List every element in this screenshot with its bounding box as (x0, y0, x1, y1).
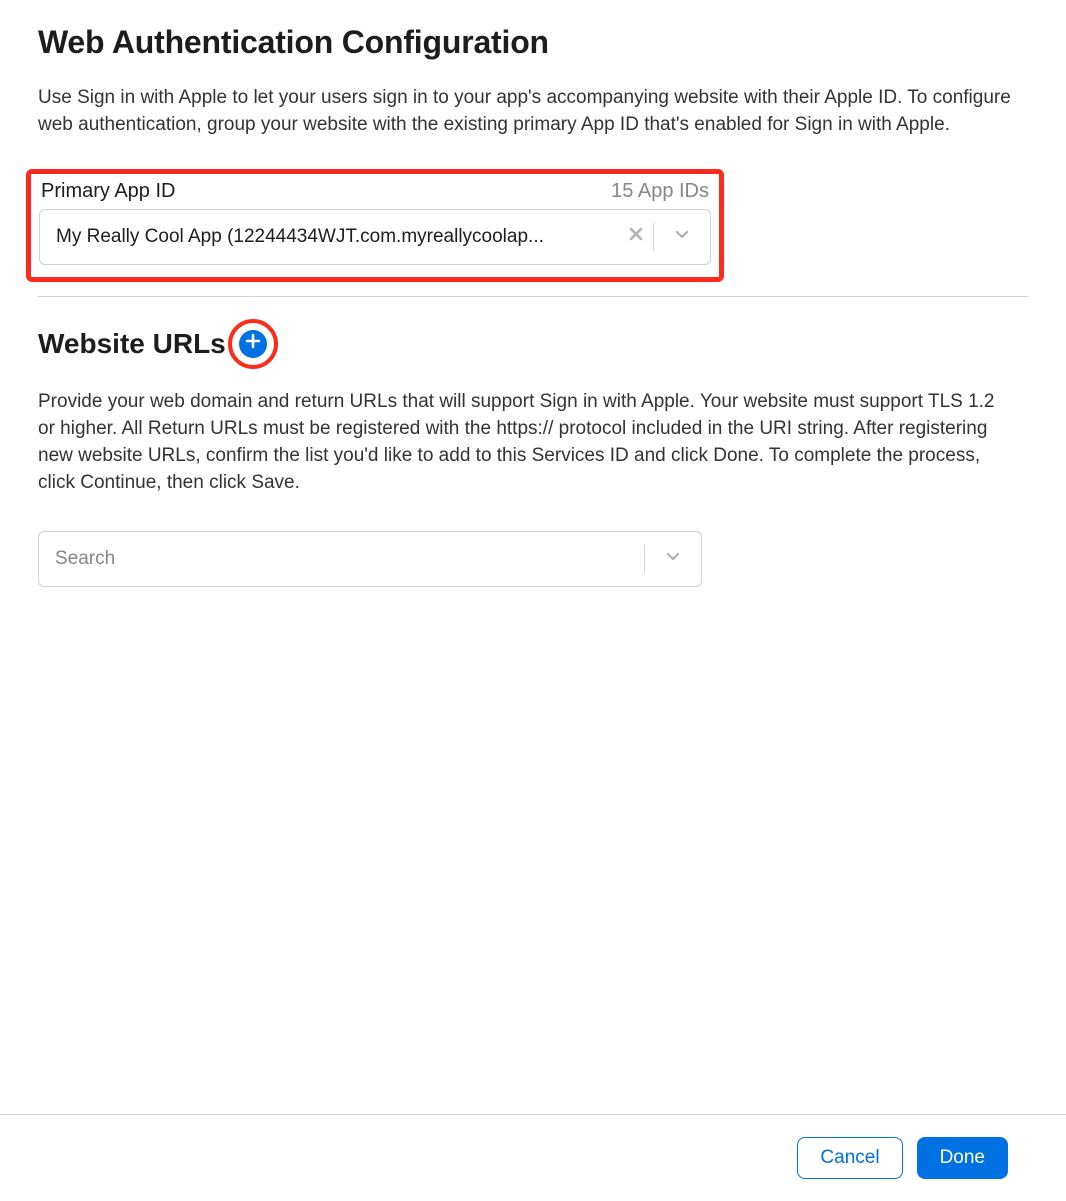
intro-text: Use Sign in with Apple to let your users… (38, 85, 1028, 139)
website-url-search[interactable]: Search (38, 531, 702, 587)
primary-app-id-label: Primary App ID (41, 180, 175, 203)
website-urls-description: Provide your web domain and return URLs … (38, 389, 998, 497)
plus-icon (245, 333, 261, 354)
primary-app-id-select[interactable]: My Really Cool App (12244434WJT.com.myre… (39, 209, 711, 265)
chevron-down-icon (673, 225, 691, 248)
clear-selection-button[interactable] (619, 226, 653, 247)
chevron-down-icon (664, 547, 682, 570)
page-title: Web Authentication Configuration (38, 24, 1028, 61)
cancel-button[interactable]: Cancel (797, 1137, 902, 1179)
add-website-url-button[interactable] (228, 319, 278, 369)
app-id-count: 15 App IDs (611, 180, 709, 203)
website-urls-title: Website URLs (38, 328, 226, 360)
done-button[interactable]: Done (917, 1137, 1008, 1179)
footer: Cancel Done (0, 1114, 1066, 1201)
primary-app-id-section: Primary App ID 15 App IDs My Really Cool… (26, 169, 724, 282)
close-icon (628, 226, 644, 247)
search-dropdown-toggle[interactable] (645, 547, 701, 570)
primary-app-id-value: My Really Cool App (12244434WJT.com.myre… (40, 226, 619, 248)
section-divider (38, 296, 1028, 297)
search-placeholder: Search (39, 548, 644, 570)
dropdown-toggle[interactable] (654, 225, 710, 248)
